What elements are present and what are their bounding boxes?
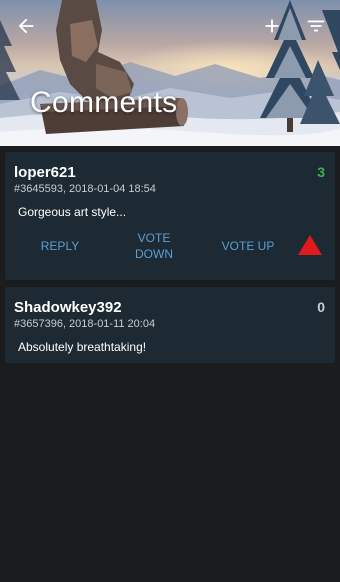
top-bar bbox=[0, 0, 340, 52]
reply-button[interactable]: REPLY bbox=[31, 238, 89, 254]
comment-username[interactable]: Shadowkey392 bbox=[14, 299, 122, 316]
filter-button[interactable] bbox=[296, 6, 336, 46]
comment-text: Absolutely breathtaking! bbox=[18, 340, 147, 354]
vote-down-button[interactable]: VOTE DOWN bbox=[124, 230, 184, 262]
arrow-left-icon bbox=[18, 18, 34, 34]
comment-meta: #3657396, 2018-01-11 20:04 bbox=[14, 318, 156, 330]
filter-icon bbox=[307, 20, 325, 32]
back-button[interactable] bbox=[6, 6, 46, 46]
comment-score: 3 bbox=[317, 164, 325, 180]
comment-card: loper621 #3645593, 2018-01-04 18:54 3 Go… bbox=[5, 152, 335, 280]
comment-card: Shadowkey392 #3657396, 2018-01-11 20:04 … bbox=[5, 287, 335, 363]
comment-username[interactable]: loper621 bbox=[14, 164, 76, 181]
vote-up-button[interactable]: VOTE UP bbox=[210, 238, 286, 254]
vote-down-label-line1: VOTE bbox=[137, 231, 171, 245]
comment-text: Gorgeous art style... bbox=[18, 205, 127, 219]
plus-icon bbox=[265, 19, 279, 33]
vote-up-triangle-icon[interactable] bbox=[297, 234, 323, 256]
vote-down-label-line2: DOWN bbox=[135, 247, 173, 261]
comment-score: 0 bbox=[317, 299, 325, 315]
add-comment-button[interactable] bbox=[252, 6, 292, 46]
header-banner: Comments bbox=[0, 0, 340, 146]
page-title: Comments bbox=[30, 86, 178, 119]
comment-meta: #3645593, 2018-01-04 18:54 bbox=[14, 183, 156, 195]
